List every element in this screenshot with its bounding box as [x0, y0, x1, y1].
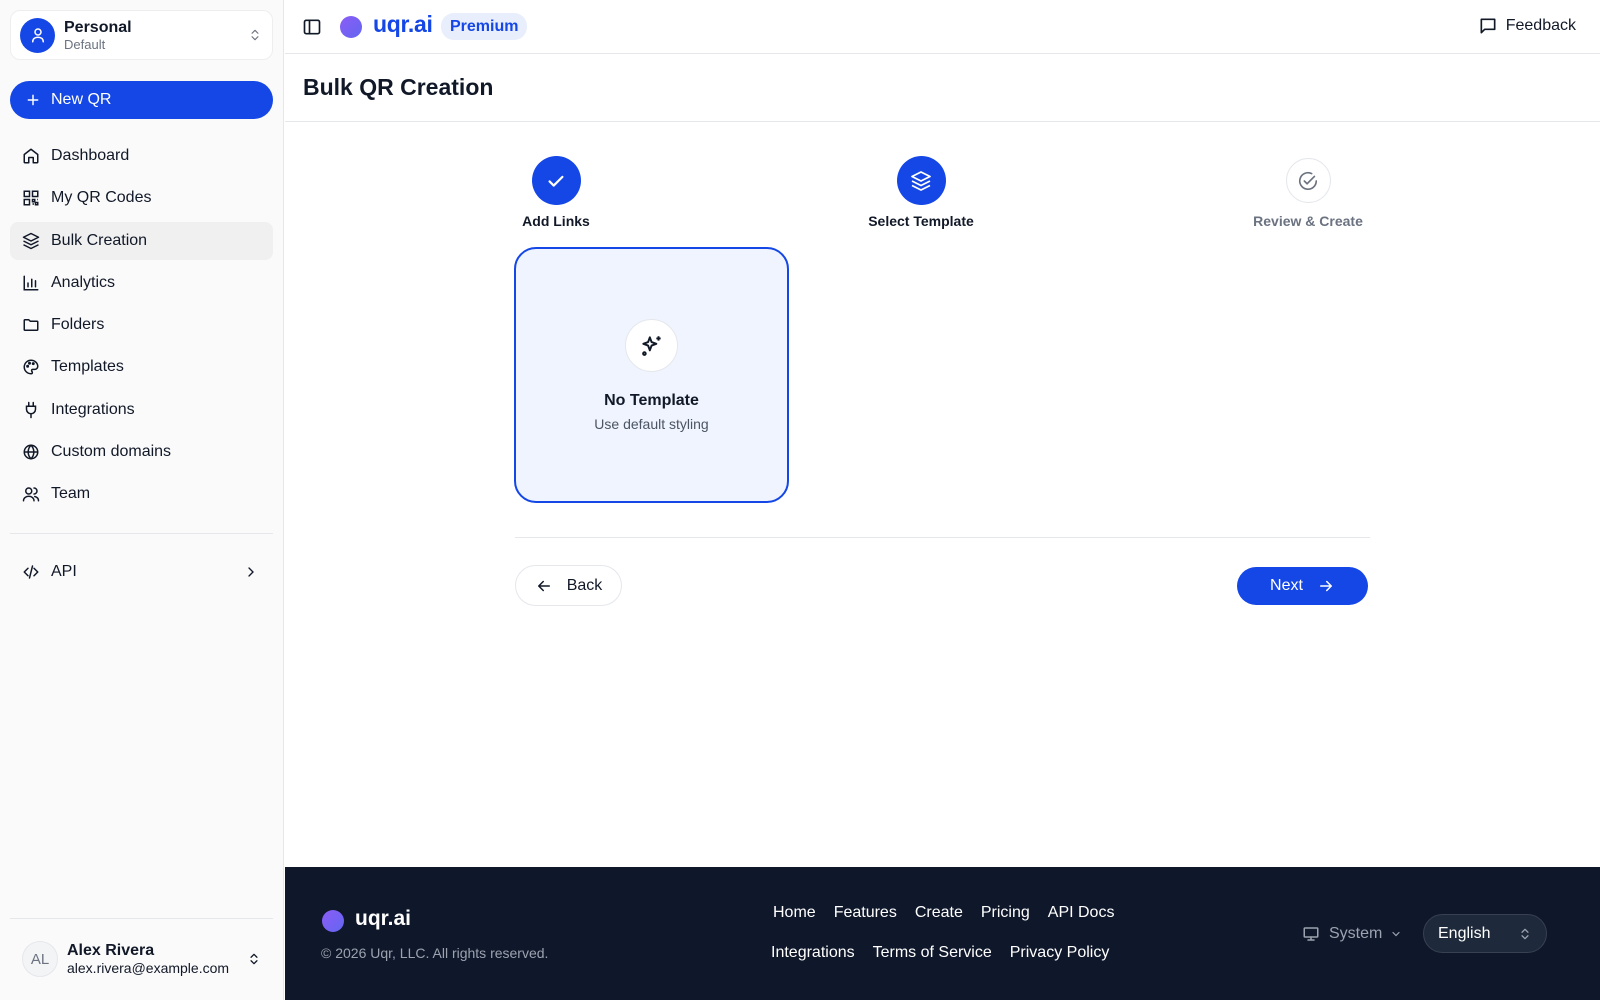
workspace-name: Personal [64, 18, 132, 36]
top-bar: uqr.ai Premium Feedback [285, 0, 1600, 54]
user-email: alex.rivera@example.com [67, 960, 230, 976]
sidebar-item-dashboard[interactable]: Dashboard [10, 137, 273, 175]
theme-label: System [1329, 925, 1383, 942]
plug-icon [22, 401, 40, 419]
user-icon [20, 17, 55, 53]
language-label: English [1438, 924, 1491, 942]
sidebar-item-label: Custom domains [51, 443, 172, 461]
copyright: © 2026 Uqr, LLC. All rights reserved. [321, 945, 549, 961]
code-icon [22, 563, 40, 581]
next-button[interactable]: Next [1237, 567, 1368, 605]
sidebar-item-label: Analytics [51, 273, 116, 291]
chevron-right-icon [243, 564, 259, 580]
qr-code-icon [22, 189, 40, 207]
language-select[interactable]: English [1423, 914, 1547, 953]
step-label: Review & Create [1253, 213, 1363, 229]
sidebar-item-folders[interactable]: Folders [10, 306, 273, 344]
sparkles-icon [625, 319, 678, 372]
footer-link-api-docs[interactable]: API Docs [1048, 904, 1115, 922]
sidebar-item-templates[interactable]: Templates [10, 348, 273, 386]
footer-links: Home Features Create Pricing API Docs [773, 904, 1132, 922]
template-title: No Template [604, 392, 699, 409]
sidebar-item-label: API [51, 563, 77, 580]
back-label: Back [566, 576, 603, 594]
footer-link-privacy[interactable]: Privacy Policy [1010, 944, 1110, 962]
message-square-icon [1478, 16, 1506, 36]
step-select-template: Select Template [841, 156, 1001, 229]
next-label: Next [1270, 577, 1303, 594]
sidebar-item-label: My QR Codes [51, 189, 152, 207]
template-subtitle: Use default styling [594, 416, 709, 432]
sidebar: Personal Default New QR Dashboard My QR … [0, 0, 284, 1000]
sidebar-item-label: Integrations [51, 400, 135, 418]
page-header: Bulk QR Creation [285, 54, 1600, 122]
brand-logo [322, 910, 344, 932]
sidebar-item-analytics[interactable]: Analytics [10, 264, 273, 302]
home-icon [22, 147, 40, 165]
monitor-icon [1302, 925, 1320, 943]
layers-icon [22, 232, 40, 250]
page-title: Bulk QR Creation [303, 74, 494, 100]
back-button[interactable]: Back [515, 565, 622, 606]
footer: uqr.ai © 2026 Uqr, LLC. All rights reser… [285, 867, 1600, 1000]
brand-name[interactable]: uqr.ai [373, 11, 433, 38]
bar-chart-icon [22, 274, 40, 292]
arrow-left-icon [535, 577, 567, 595]
footer-link-integrations[interactable]: Integrations [771, 944, 855, 962]
step-review-create: Review & Create [1228, 156, 1388, 229]
feedback-button[interactable]: Feedback [1478, 16, 1576, 36]
new-qr-button[interactable]: New QR [10, 81, 273, 119]
footer-link-home[interactable]: Home [773, 904, 816, 922]
sidebar-divider [10, 533, 273, 534]
footer-link-pricing[interactable]: Pricing [981, 904, 1030, 922]
footer-link-terms[interactable]: Terms of Service [873, 944, 992, 962]
step-label: Add Links [522, 213, 590, 229]
feedback-label: Feedback [1505, 17, 1576, 34]
sidebar-item-custom-domains[interactable]: Custom domains [10, 433, 273, 471]
user-name: Alex Rivera [67, 942, 155, 959]
sidebar-item-team[interactable]: Team [10, 475, 273, 513]
circle-check-icon [1285, 158, 1331, 203]
avatar: AL [22, 941, 58, 977]
user-menu[interactable]: AL Alex Rivera alex.rivera@example.com [10, 930, 273, 988]
new-qr-label: New QR [51, 91, 112, 108]
sidebar-nav: Dashboard My QR Codes Bulk Creation Anal… [10, 137, 273, 518]
step-add-links: Add Links [476, 156, 636, 229]
layers-icon [896, 156, 946, 205]
footer-links: Integrations Terms of Service Privacy Po… [771, 944, 1127, 962]
sidebar-item-label: Team [51, 485, 91, 503]
sidebar-item-label: Templates [51, 358, 124, 376]
users-icon [22, 485, 40, 503]
brand-logo [340, 16, 362, 38]
sidebar-item-integrations[interactable]: Integrations [10, 391, 273, 429]
step-label: Select Template [868, 213, 974, 229]
chevrons-up-down-icon [248, 28, 262, 42]
chevron-down-icon [1390, 928, 1402, 940]
globe-icon [22, 443, 40, 461]
plan-badge: Premium [441, 13, 528, 40]
sidebar-item-label: Bulk Creation [51, 231, 148, 249]
content-divider [515, 537, 1370, 538]
chevrons-up-down-icon [247, 952, 261, 966]
sidebar-item-my-qr-codes[interactable]: My QR Codes [10, 179, 273, 217]
footer-brand[interactable]: uqr.ai [355, 907, 411, 931]
check-icon [531, 156, 581, 205]
sidebar-item-label: Dashboard [51, 147, 130, 164]
plus-icon [25, 92, 41, 108]
workspace-subtitle: Default [64, 36, 106, 52]
footer-link-features[interactable]: Features [834, 904, 897, 922]
sidebar-item-api[interactable]: API [10, 553, 273, 591]
theme-select[interactable]: System [1302, 925, 1402, 943]
folder-icon [22, 316, 40, 334]
sidebar-toggle-icon[interactable] [302, 17, 322, 37]
arrow-right-icon [1303, 577, 1335, 595]
sidebar-item-label: Folders [51, 316, 105, 334]
template-option-no-template[interactable]: No Template Use default styling [514, 247, 789, 503]
footer-link-create[interactable]: Create [915, 904, 963, 922]
workspace-switcher[interactable]: Personal Default [10, 10, 273, 60]
palette-icon [22, 358, 40, 376]
sidebar-item-bulk-creation[interactable]: Bulk Creation [10, 221, 273, 260]
sidebar-divider [10, 918, 273, 919]
